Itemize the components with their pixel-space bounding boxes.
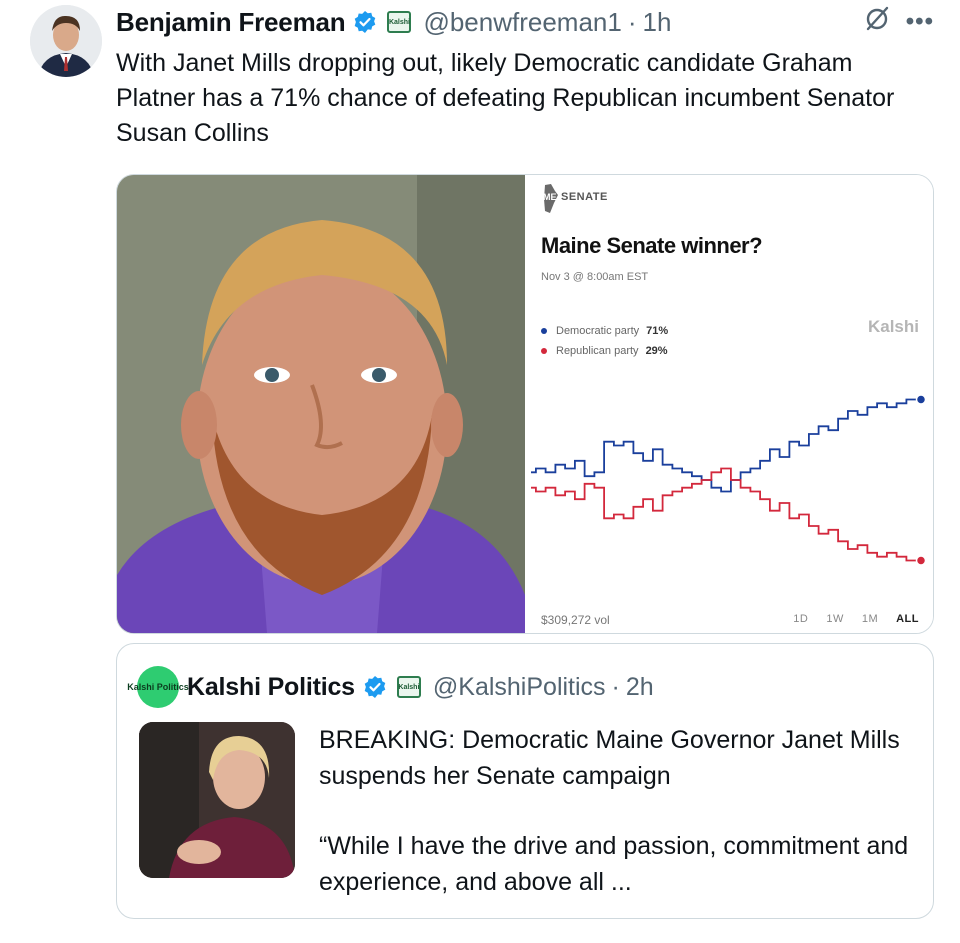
- verified-badge-icon: [363, 675, 387, 699]
- more-options-icon[interactable]: •••: [906, 8, 934, 36]
- range-all[interactable]: ALL: [896, 613, 919, 625]
- media-card[interactable]: ME SENATE Maine Senate winner? Nov 3 @ 8…: [116, 174, 934, 634]
- range-selector: 1D 1W 1M ALL: [793, 613, 919, 625]
- author-avatar[interactable]: [30, 5, 102, 77]
- tweet-header: Benjamin Freeman Kalshi @benwfreeman1 · …: [116, 4, 940, 40]
- quote-text: BREAKING: Democratic Maine Governor Jane…: [319, 722, 909, 934]
- quote-avatar[interactable]: Kalshi Politics: [127, 666, 189, 708]
- prediction-chart-panel[interactable]: ME SENATE Maine Senate winner? Nov 3 @ 8…: [525, 175, 933, 633]
- range-1d[interactable]: 1D: [793, 613, 808, 625]
- quote-paragraph-2: “While I have the drive and passion, com…: [319, 832, 909, 896]
- series-line-republican: [531, 467, 921, 562]
- series-line-democratic: [531, 398, 921, 493]
- janet-mills-photo[interactable]: [139, 722, 295, 878]
- series-endpoint-democratic: [915, 394, 927, 405]
- chart-plot: [531, 394, 927, 566]
- volume-label: $309,272 vol: [541, 613, 610, 627]
- tweet-time[interactable]: 1h: [643, 7, 672, 38]
- author-name[interactable]: Benjamin Freeman: [116, 7, 346, 38]
- quote-header: Kalshi Politics Kalshi Politics Kalshi @…: [127, 666, 654, 708]
- quoted-tweet[interactable]: Kalshi Politics Kalshi Politics Kalshi @…: [116, 643, 934, 919]
- person-photo[interactable]: [117, 175, 525, 633]
- quote-time[interactable]: 2h: [626, 673, 654, 702]
- author-handle[interactable]: @benwfreeman1: [423, 7, 621, 38]
- quote-author-name[interactable]: Kalshi Politics: [187, 673, 355, 702]
- grok-icon[interactable]: [862, 4, 892, 41]
- verified-badge-icon: [353, 10, 377, 34]
- series-endpoint-republican: [915, 555, 927, 566]
- separator-dot: ·: [611, 672, 620, 701]
- quote-handle[interactable]: @KalshiPolitics: [433, 673, 606, 702]
- range-1m[interactable]: 1M: [862, 613, 878, 625]
- quote-paragraph-1: BREAKING: Democratic Maine Governor Jane…: [319, 726, 900, 790]
- separator-dot: ·: [627, 6, 637, 37]
- range-1w[interactable]: 1W: [826, 613, 844, 625]
- affiliation-badge[interactable]: Kalshi: [396, 676, 421, 698]
- tweet-text: With Janet Mills dropping out, likely De…: [116, 49, 895, 147]
- affiliation-badge[interactable]: Kalshi: [387, 11, 412, 33]
